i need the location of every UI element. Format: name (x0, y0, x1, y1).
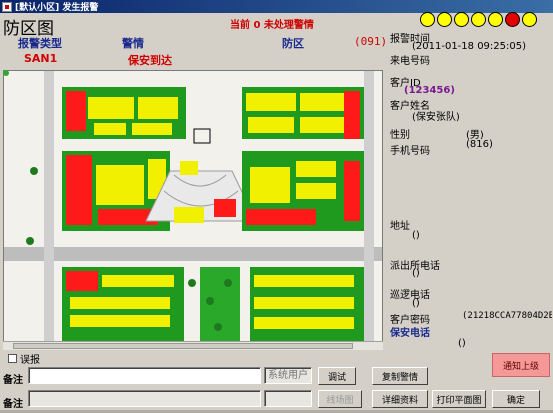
remark-input-1[interactable] (28, 367, 261, 384)
false-alarm-row[interactable]: 误报 (8, 351, 40, 366)
debug-button[interactable]: 调试 (318, 367, 356, 385)
false-alarm-label: 误报 (20, 355, 40, 366)
caller-number-label: 来电号码 (390, 56, 430, 67)
remark-label-1: 备注 (3, 375, 23, 386)
event-value: 保安到达 (128, 54, 172, 67)
remark-label-2: 备注 (3, 399, 23, 410)
event-label: 警情 (122, 37, 144, 50)
status-lamp-4 (471, 12, 486, 27)
system-user-field[interactable] (264, 367, 312, 384)
patrol-phone-value: () (412, 298, 420, 309)
address-value: () (412, 230, 420, 241)
zone-code: (091) (354, 35, 388, 48)
mobile-value: (816) (466, 139, 493, 150)
customer-name-value: (保安张队) (412, 112, 460, 123)
system-user-field-2 (264, 390, 312, 407)
app-icon (2, 1, 12, 12)
remark-input-2[interactable] (28, 390, 261, 407)
status-lamp-2 (437, 12, 452, 27)
notify-superior-button[interactable]: 通知上级 (492, 353, 550, 377)
status-lamp-1 (420, 12, 435, 27)
patrol-phone-label: 巡逻电话 (390, 290, 430, 301)
window-title: [默认小区] 发生报警 (15, 3, 99, 13)
alarm-type-label: 报警类型 (18, 37, 62, 50)
status-lamps (420, 12, 537, 27)
alarm-type-value: SAN1 (24, 52, 58, 65)
detail-info-button[interactable]: 详细资料 (372, 390, 428, 408)
scrollbar-thumb[interactable] (13, 343, 353, 349)
pending-alarm-count: 当前 0 未处理警情 (230, 20, 314, 31)
mobile-label: 手机号码 (390, 146, 430, 157)
map-anchor-icon (3, 70, 9, 76)
map-horizontal-scrollbar[interactable] (3, 341, 383, 350)
status-lamp-3 (454, 12, 469, 27)
security-phone-label: 保安电话 (390, 328, 430, 339)
customer-password-value: (21218CCA77804D2B (462, 311, 552, 321)
zone-map[interactable] (3, 70, 383, 350)
police-phone-value: () (412, 268, 420, 279)
zone-label: 防区 (282, 37, 304, 50)
status-lamp-5 (488, 12, 503, 27)
status-lamp-7 (522, 12, 537, 27)
false-alarm-checkbox[interactable] (8, 354, 17, 363)
customer-id-value: (123456) (404, 85, 455, 96)
confirm-button[interactable]: 确定 (492, 390, 540, 408)
alarm-time-value: (2011-01-18 09:25:05) (412, 41, 527, 52)
gender-label: 性别 (390, 130, 410, 141)
status-lamp-6 (505, 12, 520, 27)
copy-alarm-button[interactable]: 复制警情 (372, 367, 428, 385)
zone-map-image (4, 71, 382, 349)
address-label: 地址 (390, 221, 410, 232)
map-button[interactable]: 线场图 (318, 390, 362, 408)
security-phone-value: () (458, 338, 466, 349)
print-plan-button[interactable]: 打印平面图 (432, 390, 486, 408)
